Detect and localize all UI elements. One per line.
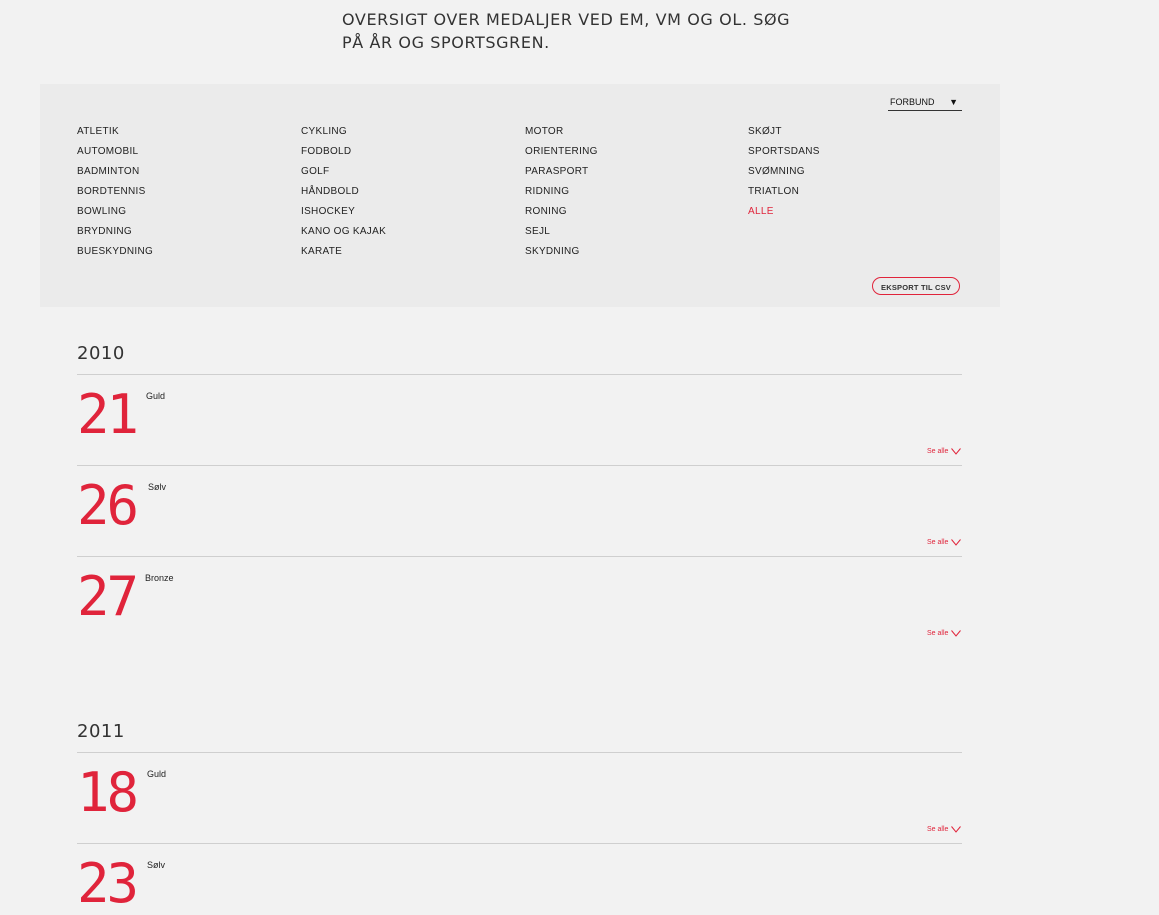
see-all-link[interactable]: Se alle — [927, 539, 962, 546]
sport-item[interactable]: RONING — [525, 202, 725, 222]
sport-item[interactable]: KARATE — [301, 242, 501, 262]
divider — [77, 843, 962, 844]
sport-column-3: MOTOR ORIENTERING PARASPORT RIDNING RONI… — [525, 122, 725, 262]
sport-filter-panel: FORBUND ▼ ATLETIK AUTOMOBIL BADMINTON BO… — [40, 84, 1000, 307]
sport-column-2: CYKLING FODBOLD GOLF HÅNDBOLD ISHOCKEY K… — [301, 122, 501, 262]
sport-item-all[interactable]: ALLE — [748, 202, 948, 222]
see-all-link[interactable]: Se alle — [927, 826, 962, 833]
sport-item[interactable]: RIDNING — [525, 182, 725, 202]
year-heading: 2011 — [77, 721, 125, 742]
see-all-label: Se alle — [927, 826, 949, 833]
sport-item[interactable]: SVØMNING — [748, 162, 948, 182]
see-all-link[interactable]: Se alle — [927, 448, 962, 455]
chevron-down-icon — [951, 448, 962, 455]
sport-item[interactable]: AUTOMOBIL — [77, 142, 277, 162]
bronze-count: 27 — [77, 565, 139, 628]
medal-type-label: Bronze — [145, 573, 174, 583]
medal-type-label: Guld — [146, 391, 166, 401]
medal-type-label: Sølv — [147, 860, 165, 870]
gold-count: 21 — [77, 383, 139, 446]
medal-type-label: Guld — [147, 769, 167, 779]
divider — [77, 556, 962, 557]
sport-item[interactable]: SKYDNING — [525, 242, 725, 262]
sport-item[interactable]: BRYDNING — [77, 222, 277, 242]
medal-type-label: Sølv — [148, 482, 166, 492]
sport-column-4: SKØJT SPORTSDANS SVØMNING TRIATLON ALLE — [748, 122, 948, 222]
sport-item[interactable]: CYKLING — [301, 122, 501, 142]
sport-item[interactable]: GOLF — [301, 162, 501, 182]
page-intro: OVERSIGT OVER MEDALJER VED EM, VM OG OL.… — [342, 10, 791, 52]
divider — [77, 374, 962, 375]
see-all-label: Se alle — [927, 630, 949, 637]
gold-count: 18 — [77, 761, 139, 824]
year-heading: 2010 — [77, 343, 125, 364]
sport-item[interactable]: SPORTSDANS — [748, 142, 948, 162]
sport-item[interactable]: TRIATLON — [748, 182, 948, 202]
sport-column-1: ATLETIK AUTOMOBIL BADMINTON BORDTENNIS B… — [77, 122, 277, 262]
sport-item[interactable]: SEJL — [525, 222, 725, 242]
sport-item[interactable]: ATLETIK — [77, 122, 277, 142]
sport-item[interactable]: PARASPORT — [525, 162, 725, 182]
sport-item[interactable]: ISHOCKEY — [301, 202, 501, 222]
sport-item[interactable]: SKØJT — [748, 122, 948, 142]
sport-item[interactable]: FODBOLD — [301, 142, 501, 162]
sport-item[interactable]: MOTOR — [525, 122, 725, 142]
sport-item[interactable]: BORDTENNIS — [77, 182, 277, 202]
sport-item[interactable]: BOWLING — [77, 202, 277, 222]
sport-item[interactable]: ORIENTERING — [525, 142, 725, 162]
see-all-label: Se alle — [927, 539, 949, 546]
sport-item[interactable]: BADMINTON — [77, 162, 277, 182]
sport-item[interactable]: HÅNDBOLD — [301, 182, 501, 202]
chevron-down-icon — [951, 539, 962, 546]
silver-count: 26 — [77, 474, 139, 537]
sport-item[interactable]: KANO OG KAJAK — [301, 222, 501, 242]
divider — [77, 752, 962, 753]
federation-dropdown-label: FORBUND — [890, 97, 935, 107]
chevron-down-icon: ▼ — [949, 97, 958, 107]
federation-dropdown[interactable]: FORBUND ▼ — [888, 96, 962, 111]
see-all-link[interactable]: Se alle — [927, 630, 962, 637]
silver-count: 23 — [77, 852, 139, 915]
export-csv-button[interactable]: EKSPORT TIL CSV — [872, 277, 960, 295]
chevron-down-icon — [951, 826, 962, 833]
chevron-down-icon — [951, 630, 962, 637]
see-all-label: Se alle — [927, 448, 949, 455]
divider — [77, 465, 962, 466]
sport-item[interactable]: BUESKYDNING — [77, 242, 277, 262]
